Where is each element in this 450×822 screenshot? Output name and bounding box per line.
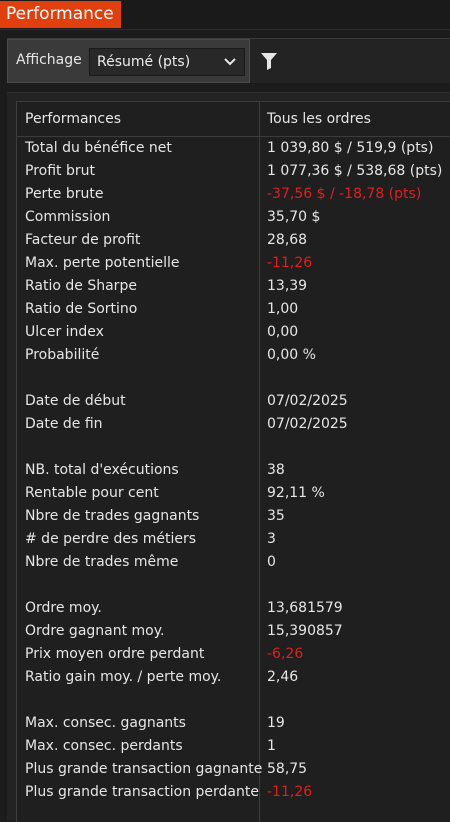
- metric-label: Profit brut: [25, 163, 95, 179]
- metric-label: Max. consec. perdants: [25, 738, 183, 754]
- metric-label: Rentable pour cent: [25, 485, 159, 501]
- table-row[interactable]: Prix moyen ordre perdant -6,26: [17, 643, 450, 666]
- metric-label: Ratio de Sortino: [25, 301, 138, 317]
- table-row[interactable]: Nbre de trades gagnants 35: [17, 505, 450, 528]
- metric-value: -11,26: [267, 255, 313, 271]
- metric-value: 0,00: [267, 324, 299, 340]
- metric-value: 0: [267, 554, 276, 570]
- table-body: Total du bénéfice net 1 039,80 $ / 519,9 …: [17, 137, 450, 804]
- metric-label: Commission: [25, 209, 111, 225]
- filter-icon[interactable]: [260, 51, 278, 71]
- metric-label: Probabilité: [25, 347, 100, 363]
- table-row[interactable]: # de perdre des métiers 3: [17, 528, 450, 551]
- metric-value: 35,70 $: [267, 209, 321, 225]
- metric-label: # de perdre des métiers: [25, 531, 197, 547]
- metric-label: Nbre de trades gagnants: [25, 508, 200, 524]
- table-row[interactable]: Date de fin 07/02/2025: [17, 413, 450, 436]
- metric-label: NB. total d'exécutions: [25, 462, 179, 478]
- metric-value: 1: [267, 738, 276, 754]
- metric-value: 92,11 %: [267, 485, 325, 501]
- metric-label: Prix moyen ordre perdant: [25, 646, 205, 662]
- table-row[interactable]: Commission 35,70 $: [17, 206, 450, 229]
- metric-label: Plus grande transaction perdante: [25, 784, 259, 800]
- metric-value: 1 077,36 $ / 538,68 (pts): [267, 163, 443, 179]
- metric-value: 58,75: [267, 761, 308, 777]
- display-select[interactable]: Résumé (pts): [89, 48, 245, 76]
- table-header: Performances Tous les ordres: [17, 102, 450, 137]
- table-row[interactable]: Ratio de Sortino 1,00: [17, 298, 450, 321]
- table-row-spacer: [17, 689, 450, 712]
- table-row[interactable]: Max. perte potentielle -11,26: [17, 252, 450, 275]
- chevron-down-icon: [224, 49, 236, 84]
- metric-label: Nbre de trades même: [25, 554, 179, 570]
- table-row[interactable]: Max. consec. perdants 1: [17, 735, 450, 758]
- metric-value: 2,46: [267, 669, 299, 685]
- table-row[interactable]: Nbre de trades même 0: [17, 551, 450, 574]
- table-row[interactable]: Perte brute -37,56 $ / -18,78 (pts): [17, 183, 450, 206]
- metric-label: Ratio de Sharpe: [25, 278, 137, 294]
- display-select-value: Résumé (pts): [97, 54, 191, 70]
- table-row[interactable]: Ratio gain moy. / perte moy. 2,46: [17, 666, 450, 689]
- table-row[interactable]: Ratio de Sharpe 13,39: [17, 275, 450, 298]
- metric-label: Date de début: [25, 393, 126, 409]
- metric-value: -11,26: [267, 784, 313, 800]
- metric-value: 1,00: [267, 301, 299, 317]
- table-row[interactable]: Ordre moy. 13,681579: [17, 597, 450, 620]
- table-row[interactable]: Plus grande transaction perdante -11,26: [17, 781, 450, 804]
- column-header-performances[interactable]: Performances: [25, 102, 121, 136]
- performance-table: Performances Tous les ordres Total du bé…: [16, 101, 450, 822]
- table-row-spacer: [17, 574, 450, 597]
- table-row[interactable]: NB. total d'exécutions 38: [17, 459, 450, 482]
- table-row-spacer: [17, 367, 450, 390]
- metric-value: 15,390857: [267, 623, 343, 639]
- metric-value: 07/02/2025: [267, 416, 348, 432]
- metric-value: 3: [267, 531, 276, 547]
- table-row[interactable]: Ordre gagnant moy. 15,390857: [17, 620, 450, 643]
- table-row[interactable]: Max. consec. gagnants 19: [17, 712, 450, 735]
- metric-value: 19: [267, 715, 285, 731]
- column-header-all-orders[interactable]: Tous les ordres: [267, 102, 371, 136]
- metric-label: Ordre moy.: [25, 600, 102, 616]
- metric-value: 13,681579: [267, 600, 343, 616]
- metric-label: Date de fin: [25, 416, 103, 432]
- table-row[interactable]: Rentable pour cent 92,11 %: [17, 482, 450, 505]
- metric-value: 1 039,80 $ / 519,9 (pts): [267, 140, 434, 156]
- metric-value: -37,56 $ / -18,78 (pts): [267, 186, 422, 202]
- table-row[interactable]: Total du bénéfice net 1 039,80 $ / 519,9 …: [17, 137, 450, 160]
- metric-value: -6,26: [267, 646, 304, 662]
- metric-value: 28,68: [267, 232, 308, 248]
- display-group: Affichage Résumé (pts): [7, 39, 250, 83]
- metric-label: Ulcer index: [25, 324, 104, 340]
- title-bar: Performance: [0, 0, 450, 30]
- table-row-spacer: [17, 436, 450, 459]
- table-row[interactable]: Date de début 07/02/2025: [17, 390, 450, 413]
- metric-label: Total du bénéfice net: [25, 140, 172, 156]
- metric-label: Facteur de profit: [25, 232, 141, 248]
- tab-performance[interactable]: Performance: [0, 1, 121, 28]
- table-row[interactable]: Ulcer index 0,00: [17, 321, 450, 344]
- display-label: Affichage: [16, 52, 82, 68]
- metric-label: Plus grande transaction gagnante: [25, 761, 263, 777]
- metric-value: 07/02/2025: [267, 393, 348, 409]
- metric-value: 38: [267, 462, 285, 478]
- metric-value: 13,39: [267, 278, 308, 294]
- performance-panel: Performances Tous les ordres Total du bé…: [7, 92, 450, 822]
- table-row[interactable]: Probabilité 0,00 %: [17, 344, 450, 367]
- table-row[interactable]: Profit brut 1 077,36 $ / 538,68 (pts): [17, 160, 450, 183]
- metric-label: Ordre gagnant moy.: [25, 623, 165, 639]
- metric-value: 0,00 %: [267, 347, 316, 363]
- table-row[interactable]: Facteur de profit 28,68: [17, 229, 450, 252]
- metric-label: Max. perte potentielle: [25, 255, 180, 271]
- table-row[interactable]: Plus grande transaction gagnante 58,75: [17, 758, 450, 781]
- metric-label: Perte brute: [25, 186, 104, 202]
- metric-label: Ratio gain moy. / perte moy.: [25, 669, 222, 685]
- metric-value: 35: [267, 508, 285, 524]
- toolbar: Affichage Résumé (pts): [7, 38, 450, 83]
- metric-label: Max. consec. gagnants: [25, 715, 186, 731]
